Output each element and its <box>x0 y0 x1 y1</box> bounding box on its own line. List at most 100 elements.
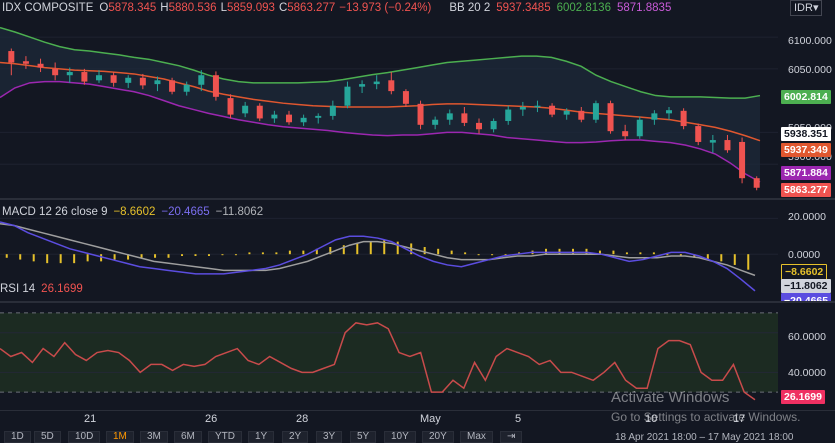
candle-body <box>154 80 161 85</box>
high-label: H <box>160 2 169 14</box>
bb-label: BB 20 2 <box>449 2 491 14</box>
macd-histogram-bar <box>19 254 22 260</box>
macd-hist-tag: −8.6602 <box>781 264 828 280</box>
candle-body <box>461 113 468 123</box>
macd-histogram-bar <box>140 254 143 258</box>
macd-label: MACD 12 26 close 9 <box>2 206 108 218</box>
time-label: 26 <box>205 413 218 425</box>
bb-upper-price-tag: 6002.814 <box>781 90 831 104</box>
candle-body <box>476 122 482 130</box>
candle-body <box>344 86 351 106</box>
macd-histogram-bar <box>437 248 440 255</box>
timeframe-button-3m[interactable]: 3M <box>140 431 168 443</box>
rsi-label: RSI 14 <box>0 283 36 295</box>
candle-body <box>578 110 585 120</box>
candle-body <box>432 119 439 125</box>
timeframe-button-10d[interactable]: 10D <box>68 431 101 443</box>
scroll-icon[interactable]: ⇥ <box>500 431 523 443</box>
candle-body <box>329 105 336 116</box>
timeframe-button-10y[interactable]: 10Y <box>384 431 416 443</box>
candle-body <box>709 140 716 143</box>
candle-body <box>651 113 658 120</box>
candle-body <box>636 119 643 137</box>
timeframe-button-3y[interactable]: 3Y <box>316 431 343 443</box>
candle-body <box>666 110 672 114</box>
candle-body <box>534 105 541 108</box>
macd-histogram-bar <box>612 250 615 255</box>
macd-histogram-bar <box>302 250 305 255</box>
candle-body <box>198 75 205 85</box>
price-pane[interactable] <box>0 0 778 198</box>
macd-histogram-bar <box>288 250 291 255</box>
candle-body <box>286 114 292 123</box>
timeframe-button-5d[interactable]: 5D <box>34 431 61 443</box>
timeframe-button-20y[interactable]: 20Y <box>422 431 454 443</box>
macd-legend: MACD 12 26 close 9 −8.6602 −20.4665 −11.… <box>2 206 263 218</box>
candle-body <box>417 103 424 125</box>
macd-tick: 20.0000 <box>788 211 826 223</box>
macd-histogram-bar <box>100 254 103 262</box>
timeframe-button-1y[interactable]: 1Y <box>248 431 275 443</box>
time-label: 21 <box>84 413 97 425</box>
rsi-value: 26.1699 <box>41 283 83 295</box>
macd-histogram-bar <box>181 254 184 256</box>
rsi-tick: 40.0000 <box>788 367 826 379</box>
candle-body <box>227 98 234 115</box>
candle-body <box>169 80 176 92</box>
candle-body <box>212 75 219 97</box>
macd-histogram-bar <box>113 254 116 260</box>
close-label: C <box>278 2 288 14</box>
timeframe-button-1d[interactable]: 1D <box>4 431 31 443</box>
candle-body <box>549 105 556 115</box>
bb-lower-value: 5871.8835 <box>616 2 672 14</box>
price-chart <box>0 26 778 191</box>
candle-body <box>8 51 15 63</box>
macd-histogram-bar <box>477 254 480 256</box>
candle-body <box>622 131 629 137</box>
macd-histogram-bar <box>423 247 426 255</box>
macd-histogram-bar <box>720 254 723 262</box>
candle-body <box>607 103 614 132</box>
macd-tick: 0.0000 <box>788 249 821 261</box>
candle-body <box>300 117 307 123</box>
symbol-name: IDX COMPOSITE <box>2 2 94 14</box>
last-close-price-tag: 5863.277 <box>781 183 831 197</box>
price-tick: 6050.000 <box>788 64 832 76</box>
timeframe-button-2y[interactable]: 2Y <box>282 431 309 443</box>
macd-histogram-bar <box>167 254 170 258</box>
timeframe-button-max[interactable]: Max <box>460 431 493 443</box>
candle-body <box>739 141 746 179</box>
macd-line <box>0 221 756 292</box>
macd-histogram-bar <box>59 254 62 264</box>
candle-body <box>271 114 278 119</box>
macd-histogram-bar <box>585 248 588 255</box>
bb-basis-value: 5937.3485 <box>496 2 551 14</box>
macd-histogram-bar <box>221 254 224 256</box>
macd-histogram-bar <box>666 254 669 256</box>
macd-histogram-bar <box>194 254 197 256</box>
currency-button[interactable]: IDR▾ <box>790 0 823 16</box>
macd-histogram-bar <box>356 243 359 255</box>
macd-histogram-bar <box>5 254 8 258</box>
timeframe-button-5y[interactable]: 5Y <box>350 431 377 443</box>
candle-body <box>256 105 263 119</box>
timeframe-button-1m[interactable]: 1M <box>106 431 134 443</box>
timeframe-button-6m[interactable]: 6M <box>174 431 202 443</box>
ohlc-values: O 5878.345 H 5880.536 L 5859.093 C 5863.277 … <box>99 2 431 14</box>
time-label: May <box>420 413 441 425</box>
candle-body <box>563 110 570 115</box>
candle-body <box>592 103 599 120</box>
rsi-indicator-legend: RSI 14 26.1699 <box>0 283 83 295</box>
candle-body <box>519 107 526 110</box>
candle-body <box>359 84 366 87</box>
macd-histogram-bar <box>248 252 251 255</box>
time-label: 28 <box>296 413 309 425</box>
high-value: 5880.536 <box>168 2 217 14</box>
macd-histogram-bar <box>154 254 157 258</box>
macd-line-value: −20.4665 <box>161 206 210 218</box>
timeframe-button-ytd[interactable]: YTD <box>208 431 242 443</box>
bollinger-band-fill <box>0 27 760 183</box>
candle-body <box>183 84 190 92</box>
open-label: O <box>99 2 109 14</box>
change-value: −13.973 (−0.24%) <box>339 2 432 14</box>
